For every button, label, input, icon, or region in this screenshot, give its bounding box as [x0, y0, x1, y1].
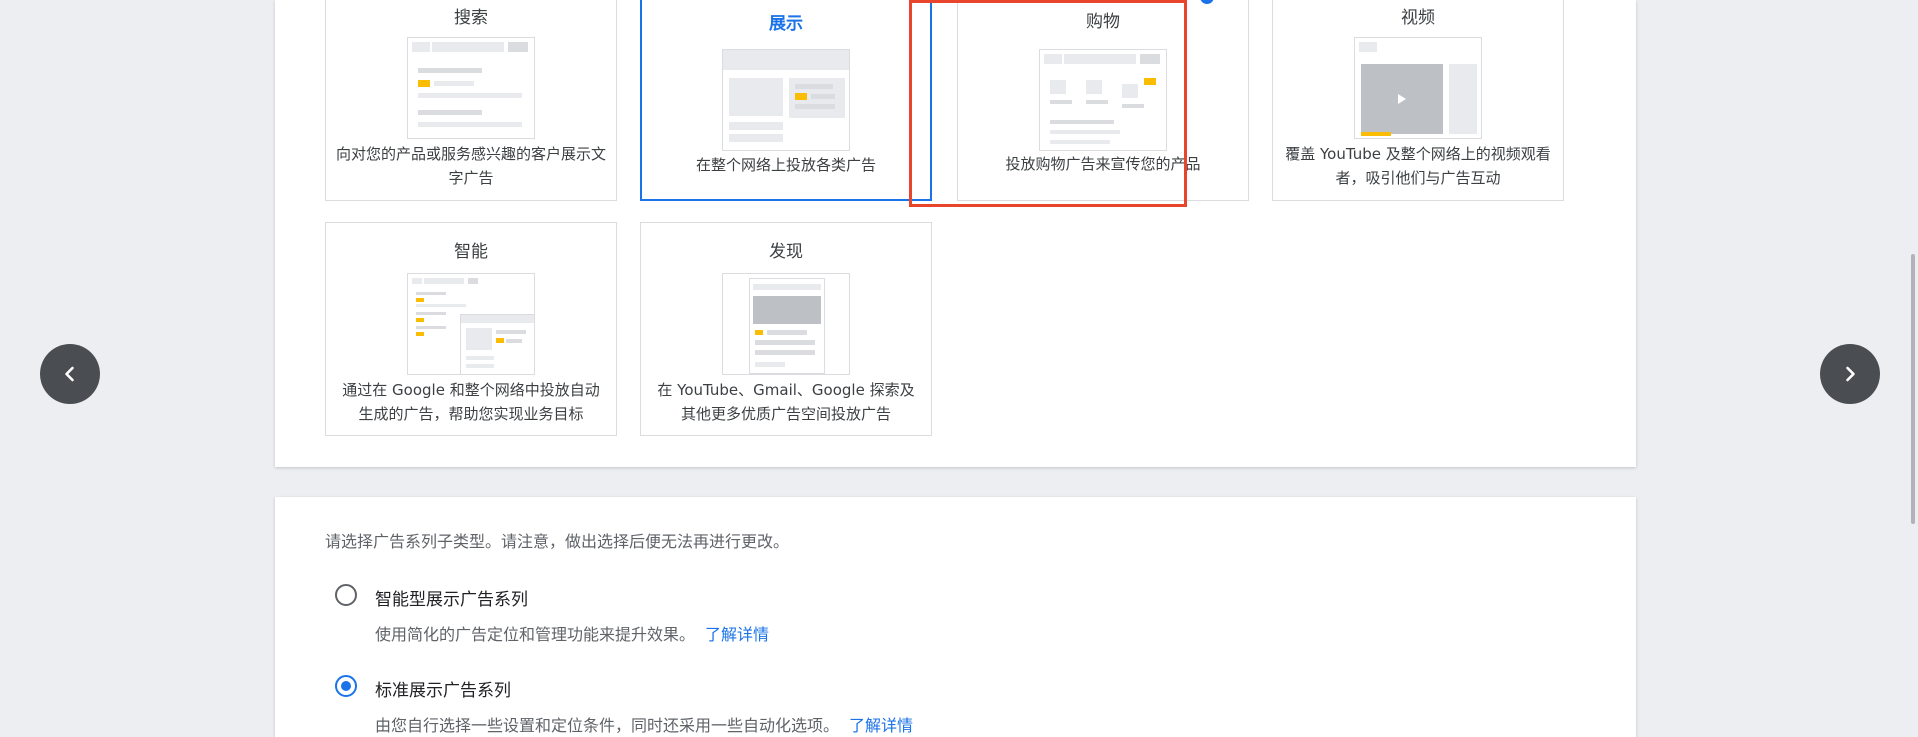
card-title: 搜索 [454, 8, 488, 28]
shopping-illustration [1039, 49, 1167, 151]
search-illustration [407, 37, 535, 139]
option-label-standard-display: 标准展示广告系列 [375, 681, 511, 701]
learn-more-link[interactable]: 了解详情 [849, 716, 913, 735]
discovery-illustration [722, 273, 850, 375]
subtype-instruction: 请选择广告系列子类型。请注意，做出选择后便无法再进行更改。 [325, 532, 790, 551]
previous-button[interactable] [40, 344, 100, 404]
subtype-panel: 请选择广告系列子类型。请注意，做出选择后便无法再进行更改。 智能型展示广告系列 … [275, 497, 1636, 737]
campaign-card-discovery[interactable]: 发现 在 YouTube、Gmail、Google 探索及其他更多优质广告空间投… [640, 222, 932, 436]
option-desc-smart-display: 使用简化的广告定位和管理功能来提升效果。 了解详情 [375, 621, 769, 645]
video-illustration [1354, 37, 1482, 139]
card-title: 购物 [1086, 12, 1120, 32]
card-description: 在 YouTube、Gmail、Google 探索及其他更多优质广告空间投放广告 [657, 381, 915, 423]
option-desc-text: 由您自行选择一些设置和定位条件，同时还采用一些自动化选项。 [375, 716, 840, 735]
card-title: 智能 [454, 242, 488, 262]
campaign-card-shopping[interactable]: 购物 投放购物广告来宣传您的产品 [957, 0, 1249, 201]
option-desc-text: 使用简化的广告定位和管理功能来提升效果。 [375, 625, 696, 644]
option-label-smart-display: 智能型展示广告系列 [375, 590, 528, 610]
campaign-card-display[interactable]: 展示 在整个网络上投放各类广告 [640, 0, 932, 201]
chevron-left-icon [65, 366, 74, 382]
smart-illustration [407, 273, 535, 375]
card-description: 在整个网络上投放各类广告 [695, 156, 876, 174]
play-icon [1398, 94, 1406, 104]
card-title: 发现 [769, 242, 803, 262]
card-description: 覆盖 YouTube 及整个网络上的视频观看者，吸引他们与广告互动 [1285, 145, 1551, 187]
card-title: 视频 [1401, 8, 1435, 28]
campaign-type-panel: 搜索 向对您的产品或服务感兴趣的客户展示文字广告 展示 在整个网络上投放各类广告… [275, 0, 1636, 467]
card-title: 展示 [769, 14, 803, 34]
radio-smart-display[interactable] [335, 584, 357, 606]
learn-more-link[interactable]: 了解详情 [705, 625, 769, 644]
scrollbar-thumb[interactable] [1911, 254, 1915, 524]
campaign-card-smart[interactable]: 智能 通过在 Google 和整个网络中投放自动生成的广告，帮助您实现业务目标 [325, 222, 617, 436]
option-desc-standard-display: 由您自行选择一些设置和定位条件，同时还采用一些自动化选项。 了解详情 [375, 712, 913, 736]
card-description: 投放购物广告来宣传您的产品 [1005, 155, 1201, 173]
campaign-card-video[interactable]: 视频 覆盖 YouTube 及整个网络上的视频观看者，吸引他们与广告互动 [1272, 0, 1564, 201]
radio-standard-display[interactable] [335, 675, 357, 697]
display-illustration [722, 49, 850, 151]
card-description: 向对您的产品或服务感兴趣的客户展示文字广告 [336, 145, 607, 187]
chevron-right-icon [1846, 366, 1855, 382]
card-description: 通过在 Google 和整个网络中投放自动生成的广告，帮助您实现业务目标 [342, 381, 600, 423]
campaign-card-search[interactable]: 搜索 向对您的产品或服务感兴趣的客户展示文字广告 [325, 0, 617, 201]
next-button[interactable] [1820, 344, 1880, 404]
